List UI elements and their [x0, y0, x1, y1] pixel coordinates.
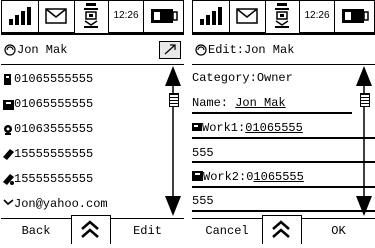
- menu-up-button[interactable]: [262, 215, 302, 244]
- scrollbar[interactable]: [161, 66, 184, 216]
- home-phone-icon: [4, 125, 12, 135]
- title-bar: Edit:Jon Mak: [192, 36, 375, 65]
- fax-icon: [3, 100, 14, 110]
- page-title: Edit:Jon Mak: [208, 43, 295, 57]
- work2-field-wrap[interactable]: 555: [192, 194, 214, 208]
- office-phone-icon: [4, 74, 11, 85]
- work2-field[interactable]: Work2:01065555: [192, 170, 304, 184]
- ok-button[interactable]: OK: [302, 219, 375, 244]
- scroll-down-arrow-icon: [165, 196, 181, 216]
- double-chevron-up-icon: [272, 220, 290, 238]
- category-field[interactable]: Category:Owner: [192, 71, 293, 85]
- contact-view-screen: 12:26 Jon Mak 01065555555 01065555555 01…: [1, 0, 184, 244]
- scroll-down-arrow-icon: [356, 196, 372, 216]
- scroll-thumb[interactable]: [360, 93, 370, 107]
- softkey-bar: Back Edit: [1, 215, 184, 244]
- field-underline: [192, 186, 375, 188]
- clock: 12:26: [299, 0, 335, 33]
- message-icon[interactable]: [229, 0, 266, 33]
- status-bar: 12:26: [192, 0, 375, 35]
- signal-icon: [192, 0, 230, 33]
- name-field[interactable]: Name: Jon Mak: [192, 96, 286, 110]
- signal-icon: [1, 0, 39, 33]
- battery-icon: [143, 0, 184, 33]
- mobile-phone-icon: [3, 149, 14, 160]
- contact-icon: [4, 44, 16, 56]
- battery-icon: [334, 0, 375, 33]
- field-underline: [192, 137, 375, 139]
- page-title: Jon Mak: [17, 43, 68, 57]
- scroll-up-arrow-icon: [165, 66, 181, 86]
- expand-icon[interactable]: [159, 41, 181, 59]
- field-underline: [192, 161, 375, 163]
- email-icon: [3, 199, 14, 206]
- scroll-up-arrow-icon: [356, 66, 372, 86]
- divider: [1, 33, 184, 35]
- app-menu-icon[interactable]: [74, 0, 109, 35]
- contact-edit-screen: 12:26 Edit:Jon Mak Category:Owner Name: …: [192, 0, 375, 244]
- app-menu-icon[interactable]: [265, 0, 300, 35]
- contact-icon: [195, 44, 207, 56]
- divider: [192, 33, 375, 35]
- back-button[interactable]: Back: [1, 219, 71, 244]
- fax-icon: [192, 171, 203, 181]
- mobile-phone-2-icon: [3, 174, 14, 185]
- scrollbar[interactable]: [352, 66, 375, 216]
- softkey-bar: Cancel OK: [192, 215, 375, 244]
- double-chevron-up-icon: [81, 220, 99, 238]
- edit-button[interactable]: Edit: [111, 219, 184, 244]
- clock: 12:26: [108, 0, 144, 33]
- menu-up-button[interactable]: [71, 215, 111, 244]
- field-underline: [192, 210, 375, 212]
- work1-field-wrap[interactable]: 555: [192, 146, 214, 160]
- title-bar: Jon Mak: [1, 36, 184, 65]
- work1-field[interactable]: Work1:01065555: [192, 121, 303, 135]
- office-phone-icon: [192, 123, 202, 131]
- cancel-button[interactable]: Cancel: [192, 219, 262, 244]
- scroll-thumb[interactable]: [169, 93, 179, 107]
- status-bar: 12:26: [1, 0, 184, 35]
- field-underline: [192, 112, 352, 114]
- message-icon[interactable]: [38, 0, 75, 33]
